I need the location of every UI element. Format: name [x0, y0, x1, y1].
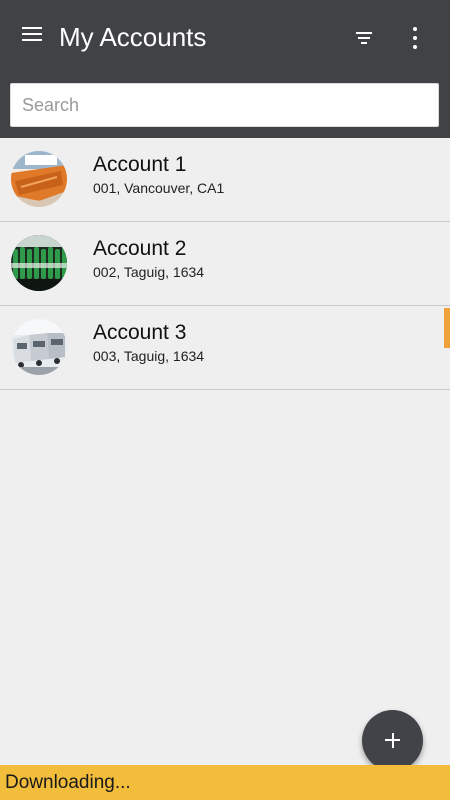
account-name: Account 3	[93, 321, 187, 344]
selected-indicator	[444, 308, 450, 348]
account-name: Account 1	[93, 153, 187, 176]
add-account-button[interactable]	[362, 710, 423, 771]
hamburger-menu-icon[interactable]	[20, 24, 44, 46]
account-row-3[interactable]: Account 3 003, Taguig, 1634	[0, 306, 450, 390]
account-list: Account 1 001, Vancouver, CA1 Account 2 …	[0, 138, 450, 390]
trucks-avatar	[11, 319, 67, 375]
search-field[interactable]	[10, 83, 439, 127]
account-row-2[interactable]: Account 2 002, Taguig, 1634	[0, 222, 450, 306]
toolbar: My Accounts	[0, 0, 450, 138]
more-vert-icon[interactable]	[404, 24, 426, 52]
app-screen: My Accounts Search Account 1 001, Vancou…	[0, 0, 450, 800]
account-name: Account 2	[93, 237, 187, 260]
page-title: My Accounts	[59, 22, 207, 52]
status-text: Downloading...	[5, 772, 131, 793]
account-detail: 001, Vancouver, CA1	[93, 180, 225, 196]
search-input[interactable]	[11, 84, 438, 126]
filter-icon[interactable]	[350, 26, 378, 50]
account-row-1[interactable]: Account 1 001, Vancouver, CA1	[0, 138, 450, 222]
bottles-avatar	[11, 235, 67, 291]
download-status-bar: Downloading...	[0, 765, 450, 800]
excavator-bucket-avatar	[11, 151, 67, 207]
account-detail: 003, Taguig, 1634	[93, 348, 205, 364]
account-detail: 002, Taguig, 1634	[93, 264, 205, 280]
